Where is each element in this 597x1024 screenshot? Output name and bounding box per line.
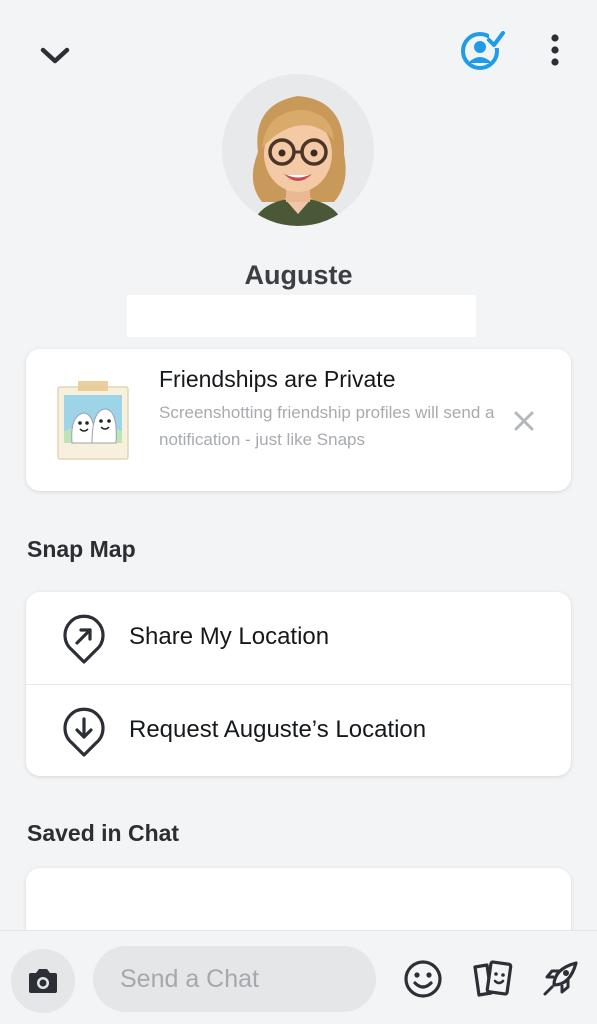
polaroid-ghosts-icon [57,381,129,460]
share-my-location-row[interactable]: Share My Location [26,592,571,684]
more-vertical-icon [551,34,559,66]
snap-map-card: Share My Location Request Auguste’s Loca… [26,592,571,776]
games-button[interactable] [538,957,582,1001]
request-location-row[interactable]: Request Auguste’s Location [26,685,571,777]
friendship-privacy-card: Friendships are Private Screenshotting f… [26,349,571,491]
emoji-button[interactable] [401,957,445,1001]
privacy-body: Screenshotting friendship profiles will … [159,403,495,449]
send-chat-input[interactable] [93,946,376,1012]
dismiss-privacy-button[interactable] [510,407,538,435]
stickers-button[interactable] [470,957,514,1001]
snap-map-heading: Snap Map [27,536,136,562]
camera-button[interactable] [11,949,75,1013]
bitmoji-avatar-icon [252,96,346,226]
emoji-icon [404,960,442,998]
location-request-icon [63,707,105,757]
location-share-icon [63,614,105,664]
chat-bar [0,930,597,1024]
display-name: Auguste [244,260,353,290]
request-location-label: Request Auguste’s Location [129,716,427,743]
chevron-down-icon [40,47,70,64]
collapse-button[interactable] [30,36,80,76]
username-placeholder [127,295,476,337]
saved-in-chat-heading: Saved in Chat [27,820,180,846]
share-my-location-label: Share My Location [129,623,330,650]
rocket-icon [543,961,578,996]
friend-profile-screen: Auguste Friendships are Private Screensh… [0,0,597,1024]
camera-icon [29,969,57,993]
more-options-button[interactable] [536,28,574,72]
privacy-title: Friendships are Private [159,366,396,392]
add-story-button[interactable] [456,28,508,72]
stickers-icon [473,960,513,997]
close-icon [514,411,534,431]
polaroid-illustration [56,379,130,461]
add-story-icon [461,31,505,70]
avatar[interactable] [222,74,374,226]
